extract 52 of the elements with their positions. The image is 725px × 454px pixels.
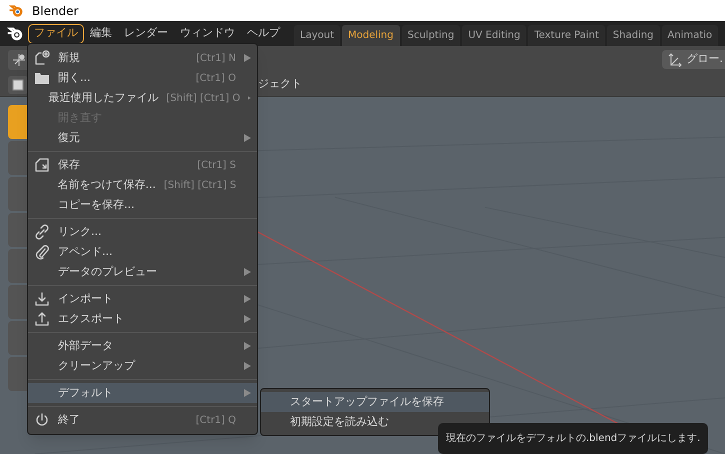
paperclip-icon: [34, 244, 50, 260]
menu-item[interactable]: 編集: [84, 24, 118, 44]
window-title: Blender: [32, 2, 78, 20]
new-file-icon: [34, 50, 50, 66]
shortcut-label: [Ctr1] O: [196, 72, 236, 86]
menu-entry[interactable]: 最近使用したファイル [Shift] [Ctr1] O: [28, 88, 257, 108]
menu-entry[interactable]: コピーを保存...: [28, 195, 257, 215]
blender-logo-icon: [8, 2, 24, 18]
workspace-tab[interactable]: Animatio: [662, 25, 718, 46]
menu-entry[interactable]: データのプレビュー: [28, 262, 257, 282]
menu-entry[interactable]: 外部データ: [28, 336, 257, 356]
menu-entry[interactable]: デフォルト: [28, 383, 257, 403]
menu-entry[interactable]: エクスポート: [28, 309, 257, 329]
shortcut-label: [Shift] [Ctr1] O: [166, 92, 240, 106]
tooltip: 現在のファイルをデフォルトの.blendファイルにします.: [438, 423, 708, 454]
orientation-dropdown[interactable]: グロー.: [662, 50, 725, 69]
menu-item[interactable]: ウィンドウ: [174, 24, 241, 44]
menu-entry[interactable]: リンク...: [28, 222, 257, 242]
menu-entry[interactable]: 新規 [Ctr1] N: [28, 48, 257, 68]
workspace-tab[interactable]: Modeling: [342, 25, 400, 46]
select-box-icon: [12, 78, 24, 90]
workspace-tab[interactable]: Layout: [294, 25, 340, 46]
menu-entry[interactable]: 保存 [Ctr1] S: [28, 155, 257, 175]
shortcut-label: [Ctr1] Q: [196, 414, 236, 428]
select-box-button[interactable]: [8, 76, 28, 94]
menu-entry[interactable]: 開く... [Ctr1] O: [28, 68, 257, 88]
menu-entry[interactable]: インポート: [28, 289, 257, 309]
shortcut-label: [Ctr1] N: [196, 52, 236, 66]
folder-icon: [34, 70, 50, 86]
workspace-tab[interactable]: UV Editing: [462, 25, 526, 46]
menu-item[interactable]: レンダー: [118, 24, 174, 44]
export-icon: [34, 311, 50, 327]
link-icon: [34, 224, 50, 240]
shortcut-label: [Shift] [Ctr1] S: [164, 178, 236, 192]
menu-entry[interactable]: 名前をつけて保存... [Shift] [Ctr1] S: [28, 175, 257, 195]
blender-logo-icon: [6, 24, 24, 42]
menu-entry[interactable]: アペンド...: [28, 242, 257, 262]
axes-icon: [668, 52, 682, 66]
menu-entry[interactable]: 復元: [28, 128, 257, 148]
menu-entry[interactable]: クリーンアップ: [28, 356, 257, 376]
menu-item[interactable]: ヘルプ: [241, 24, 286, 44]
save-icon: [34, 157, 50, 173]
workspace-tab[interactable]: Sculpting: [402, 25, 460, 46]
object-menu[interactable]: ジェクト: [258, 76, 302, 93]
menu-entry[interactable]: 終了 [Ctr1] Q: [28, 410, 257, 430]
menu-entry[interactable]: スタートアップファイルを保存: [261, 392, 489, 412]
shortcut-label: [Ctr1] S: [197, 158, 236, 172]
workspace-tab[interactable]: Texture Paint: [528, 25, 605, 46]
workspace-tab[interactable]: Shading: [606, 25, 660, 46]
vertex-select-icon: [12, 52, 26, 66]
power-icon: [34, 412, 50, 428]
import-icon: [34, 291, 50, 307]
